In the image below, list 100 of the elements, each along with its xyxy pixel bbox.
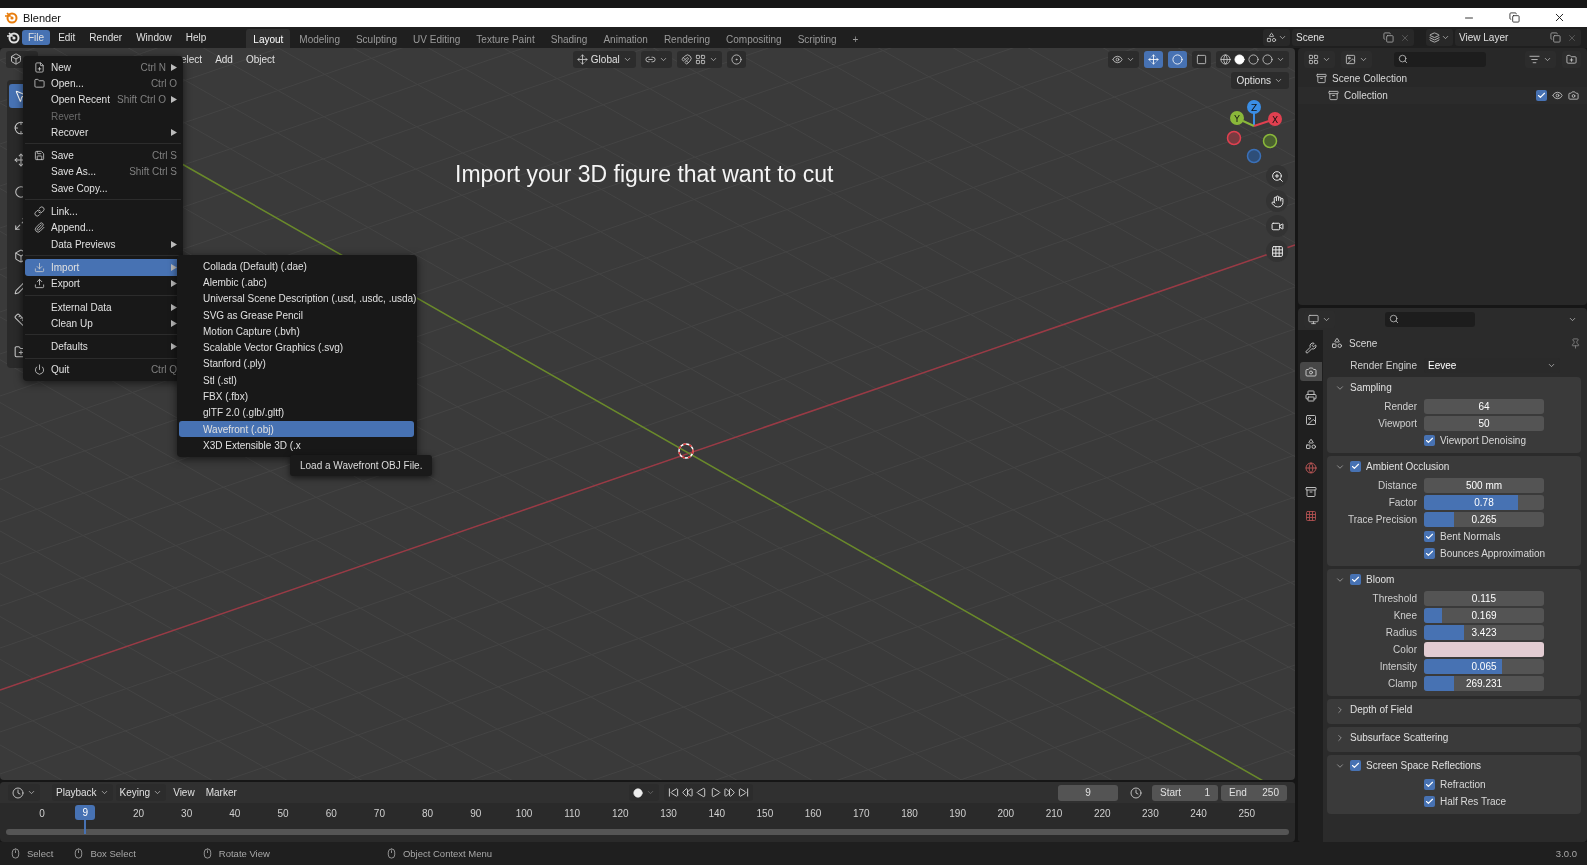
- frame-number: 120: [611, 807, 630, 819]
- frame-number: 210: [1044, 807, 1064, 819]
- frame-number: 30: [180, 807, 194, 819]
- menu-item[interactable]: Stl (.stl): [179, 372, 414, 389]
- menu-item[interactable]: Scalable Vector Graphics (.svg): [179, 339, 414, 356]
- number-field[interactable]: 0.115: [1424, 591, 1544, 606]
- panel-title[interactable]: Sampling: [1350, 382, 1392, 393]
- number-field[interactable]: 500 mm: [1424, 478, 1544, 493]
- menu-item[interactable]: File: [22, 30, 51, 45]
- checkbox-label: Half Res Trace: [1440, 796, 1508, 807]
- workspace-tab[interactable]: Sculpting: [348, 29, 405, 48]
- menu-item[interactable]: Link...: [25, 203, 181, 220]
- frame-number: 150: [755, 807, 775, 819]
- menu-item[interactable]: Wavefront (.obj): [179, 420, 414, 438]
- menu-item[interactable]: Open Recent Shift Ctrl O: [25, 91, 181, 108]
- panel-title[interactable]: Ambient Occlusion: [1366, 461, 1450, 472]
- current-frame-field[interactable]: 9: [1058, 784, 1118, 801]
- menu-item[interactable]: External Data: [25, 298, 181, 316]
- checkbox-label: Refraction: [1440, 779, 1487, 790]
- x-axis-handle[interactable]: X: [1253, 112, 1282, 127]
- workspace-tab[interactable]: Modeling: [292, 29, 347, 48]
- menu-item[interactable]: Help: [179, 30, 213, 45]
- menu-item[interactable]: Data Previews: [25, 235, 181, 253]
- slider-field[interactable]: 0.169: [1424, 608, 1544, 623]
- menu-item[interactable]: SVG as Grease Pencil: [179, 306, 414, 324]
- view-layer-field[interactable]: View Layer: [1455, 29, 1581, 46]
- menu-item[interactable]: Quit Ctrl Q: [25, 361, 181, 379]
- menu-item[interactable]: Universal Scene Description (.usd, .usdc, .usda): [179, 290, 414, 307]
- field-label: Render Engine: [1349, 360, 1417, 371]
- menu-item[interactable]: Save Ctrl S: [25, 147, 181, 164]
- timeline-menu[interactable]: Keying: [115, 784, 167, 801]
- frame-number: 200: [996, 807, 1016, 819]
- scene-field[interactable]: Scene: [1292, 29, 1414, 46]
- menu-item[interactable]: Motion Capture (.bvh): [179, 323, 414, 340]
- end-frame-field[interactable]: End 250: [1221, 784, 1287, 801]
- status-hint: Select: [27, 848, 54, 859]
- panel-title[interactable]: Depth of Field: [1350, 704, 1413, 715]
- menu-item[interactable]: Save Copy...: [25, 180, 181, 197]
- menu-item[interactable]: Open... Ctrl O: [25, 75, 181, 92]
- playhead[interactable]: 9: [75, 805, 96, 820]
- menu-item[interactable]: Render: [83, 30, 129, 45]
- add-workspace-button[interactable]: +: [845, 29, 866, 48]
- menu-item[interactable]: FBX (.fbx): [179, 388, 414, 405]
- workspace-tab[interactable]: Shading: [543, 29, 595, 48]
- header-menu[interactable]: Add: [211, 51, 237, 67]
- menu-item[interactable]: Window: [130, 30, 178, 45]
- menu-item[interactable]: Collada (Default) (.dae): [179, 258, 414, 275]
- menu-item[interactable]: X3D Extensible 3D (.x: [179, 437, 414, 454]
- slider-field[interactable]: 269.231: [1424, 676, 1544, 691]
- workspace-tab[interactable]: UV Editing: [406, 29, 468, 48]
- field-label: Radius: [1384, 627, 1417, 638]
- checkbox-label: Viewport Denoising: [1440, 435, 1527, 446]
- number-field[interactable]: 64: [1424, 399, 1544, 414]
- timeline-menu[interactable]: View: [169, 784, 199, 801]
- slider-field[interactable]: 3.423: [1424, 625, 1544, 640]
- menu-item[interactable]: Alembic (.abc): [179, 274, 414, 291]
- frame-number: 50: [276, 807, 290, 819]
- menu-item[interactable]: Export: [25, 275, 181, 292]
- workspace-tab[interactable]: Compositing: [719, 29, 789, 48]
- tree-item[interactable]: Collection: [1344, 90, 1531, 101]
- number-field[interactable]: 50: [1424, 416, 1544, 431]
- frame-number: 0: [38, 807, 46, 819]
- slider-field[interactable]: 0.065: [1424, 659, 1544, 674]
- timeline-menu[interactable]: Playback: [52, 784, 113, 801]
- orientation-dropdown[interactable]: Global: [572, 50, 636, 68]
- context-title: Scene: [1349, 337, 1379, 349]
- field-label: Viewport: [1377, 418, 1417, 429]
- frame-number: 240: [1189, 807, 1208, 819]
- menu-item[interactable]: Append...: [25, 219, 181, 236]
- workspace-tab[interactable]: Rendering: [656, 29, 718, 48]
- slider-field[interactable]: 0.78: [1424, 495, 1544, 510]
- menu-item[interactable]: New Ctrl N: [25, 59, 181, 76]
- y-axis-handle[interactable]: Y: [1230, 111, 1255, 127]
- menu-item[interactable]: Save As... Shift Ctrl S: [25, 163, 181, 181]
- frame-number: 80: [421, 807, 435, 819]
- frame-number: 70: [372, 807, 386, 819]
- field-label: Factor: [1387, 497, 1417, 508]
- timeline-menu[interactable]: Marker: [201, 784, 241, 801]
- panel-title[interactable]: Bloom: [1366, 574, 1395, 585]
- menu-item[interactable]: Recover: [25, 124, 181, 141]
- workspace-tab[interactable]: Animation: [596, 29, 655, 48]
- menu-item[interactable]: Edit: [52, 30, 82, 45]
- field-label: Distance: [1377, 480, 1417, 491]
- workspace-tab[interactable]: Texture Paint: [469, 29, 542, 48]
- options-dropdown[interactable]: Options: [1230, 72, 1289, 89]
- frame-number: 60: [324, 807, 338, 819]
- menu-item[interactable]: Defaults: [25, 338, 181, 355]
- workspace-tab[interactable]: Scripting: [790, 29, 844, 48]
- checkbox-label: Bounces Approximation: [1440, 548, 1547, 559]
- panel-title[interactable]: Subsurface Scattering: [1350, 732, 1449, 743]
- header-menu[interactable]: Object: [241, 51, 279, 67]
- workspace-tab[interactable]: Layout: [246, 29, 291, 48]
- menu-item[interactable]: Stanford (.ply): [179, 355, 414, 373]
- start-frame-field[interactable]: Start 1: [1152, 784, 1218, 801]
- panel-title[interactable]: Screen Space Reflections: [1366, 760, 1482, 771]
- slider-field[interactable]: 0.265: [1424, 512, 1544, 527]
- menu-item[interactable]: glTF 2.0 (.glb/.gltf): [179, 404, 414, 421]
- menu-item[interactable]: Clean Up: [25, 315, 181, 332]
- tree-item[interactable]: Scene Collection: [1332, 73, 1579, 84]
- tooltip: Load a Wavefront OBJ File.: [290, 455, 433, 476]
